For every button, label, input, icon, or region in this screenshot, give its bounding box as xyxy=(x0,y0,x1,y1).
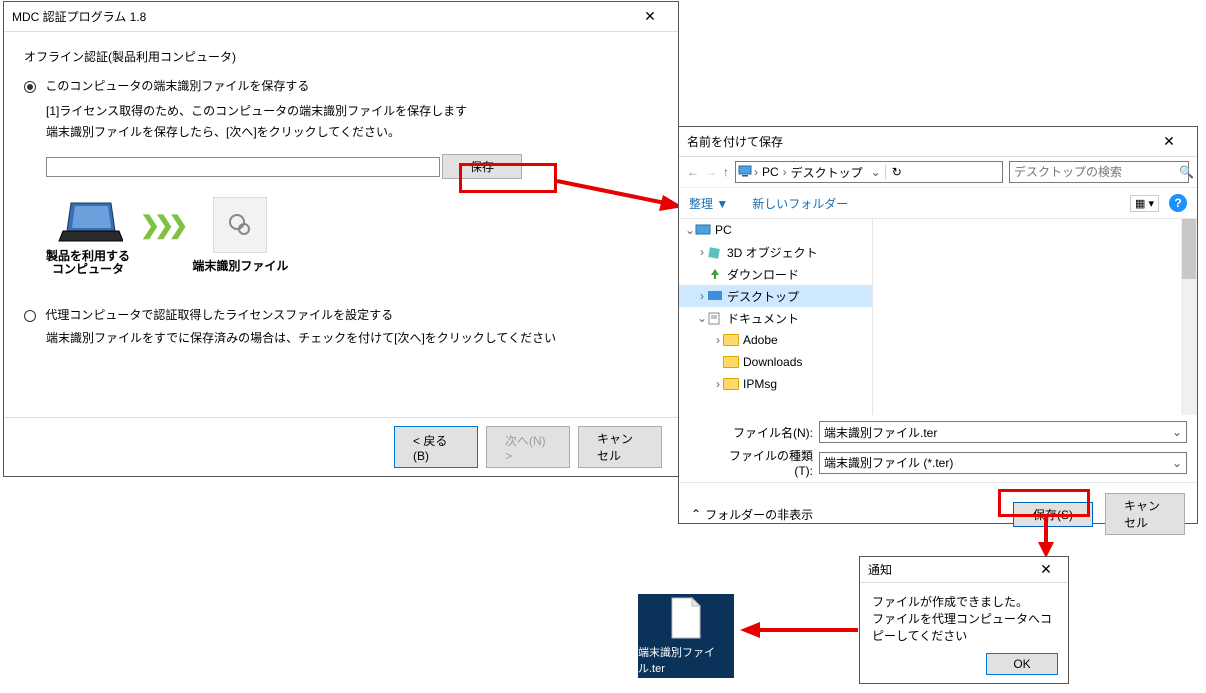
tree-ipmsg[interactable]: IPMsg xyxy=(743,377,777,391)
desktop-file-tile[interactable]: 端末識別ファイル.ter xyxy=(638,594,734,678)
help-icon[interactable]: ? xyxy=(1169,194,1187,212)
product-label-2: コンピュータ xyxy=(52,262,124,276)
notify-msg-2: ファイルを代理コンピュータへコピーしてください xyxy=(872,610,1056,644)
new-folder-button[interactable]: 新しいフォルダー xyxy=(752,195,848,212)
mdc-title: MDC 認証プログラム 1.8 xyxy=(12,8,630,25)
save-path-input[interactable] xyxy=(46,157,440,177)
file-icon xyxy=(213,197,267,253)
organize-menu[interactable]: 整理 ▼ xyxy=(689,195,728,212)
instruction-1: [1]ライセンス取得のため、このコンピュータの端末識別ファイルを保存します xyxy=(46,102,658,119)
close-icon[interactable]: ✕ xyxy=(630,3,670,31)
arrow-icon xyxy=(555,175,685,215)
search-input[interactable] xyxy=(1010,165,1173,179)
ok-button[interactable]: OK xyxy=(986,653,1058,675)
filetype-label: ファイルの種類(T): xyxy=(719,447,819,478)
notify-msg-1: ファイルが作成できました。 xyxy=(872,593,1056,610)
laptop-icon xyxy=(53,197,123,247)
hide-folders-link[interactable]: フォルダーの非表示 xyxy=(705,506,1013,523)
tree-download[interactable]: ダウンロード xyxy=(727,266,799,283)
radio-proxy-license-label: 代理コンピュータで認証取得したライセンスファイルを設定する xyxy=(45,308,393,322)
tree-adobe[interactable]: Adobe xyxy=(743,333,778,347)
save-as-dialog: 名前を付けて保存 ✕ ← → ↑ › PC › デスクトップ ⌄ ↻ 🔍 整理 … xyxy=(678,126,1198,524)
tree-3d[interactable]: 3D オブジェクト xyxy=(727,244,818,261)
filetype-select[interactable]: 端末識別ファイル (*.ter) xyxy=(820,454,1168,471)
instruction-2: 端末識別ファイルを保存したら、[次へ]をクリックしてください。 xyxy=(46,123,658,140)
terminal-file-label: 端末識別ファイル xyxy=(192,257,288,274)
arrow-icon xyxy=(1034,516,1064,560)
scrollbar[interactable] xyxy=(1181,219,1197,415)
pc-icon xyxy=(736,165,754,180)
notify-dialog: 通知 ✕ ファイルが作成できました。 ファイルを代理コンピュータへコピーしてくだ… xyxy=(859,556,1069,684)
mdc-titlebar: MDC 認証プログラム 1.8 ✕ xyxy=(4,2,678,32)
chevron-down-icon[interactable]: ⌄ xyxy=(867,165,885,179)
highlight-save xyxy=(459,163,557,193)
offline-heading: オフライン認証(製品利用コンピュータ) xyxy=(24,48,658,65)
tree-pc[interactable]: PC xyxy=(715,223,732,237)
file-list[interactable] xyxy=(873,219,1197,415)
filename-input[interactable]: 端末識別ファイル.ter xyxy=(820,424,1168,441)
breadcrumb-desktop[interactable]: デスクトップ xyxy=(787,164,867,181)
view-menu-icon[interactable]: ▦ ▾ xyxy=(1130,195,1159,212)
collapse-icon[interactable]: ⌃ xyxy=(691,507,701,521)
filename-label: ファイル名(N): xyxy=(719,424,819,441)
highlight-saveas-save xyxy=(998,489,1090,517)
close-icon[interactable]: ✕ xyxy=(1149,128,1189,156)
cancel-button[interactable]: キャンセル xyxy=(1105,493,1185,535)
refresh-icon[interactable]: ↻ xyxy=(885,165,908,179)
mdc-dialog: MDC 認証プログラム 1.8 ✕ オフライン認証(製品利用コンピュータ) この… xyxy=(3,1,679,477)
tree-documents[interactable]: ドキュメント xyxy=(727,310,799,327)
arrow-icon xyxy=(738,620,860,642)
saveas-title: 名前を付けて保存 xyxy=(687,133,1149,150)
nav-back-icon[interactable]: ← xyxy=(687,165,699,179)
desktop-file-label: 端末識別ファイル.ter xyxy=(638,644,734,676)
file-icon xyxy=(668,596,704,640)
radio-proxy-license[interactable] xyxy=(24,310,36,322)
search-icon[interactable]: 🔍 xyxy=(1173,165,1200,179)
saveas-titlebar: 名前を付けて保存 ✕ xyxy=(679,127,1197,157)
nav-forward-icon: → xyxy=(705,165,717,179)
cancel-button[interactable]: キャンセル xyxy=(578,426,662,468)
nav-up-icon[interactable]: ↑ xyxy=(723,165,729,179)
folder-tree[interactable]: ⌄PC ›3D オブジェクト ダウンロード ›デスクトップ ⌄ドキュメント ›A… xyxy=(679,219,873,415)
chevron-down-icon[interactable]: ⌄ xyxy=(1168,456,1186,470)
breadcrumb-pc[interactable]: PC xyxy=(758,165,783,179)
notify-title: 通知 xyxy=(868,561,1032,578)
close-icon[interactable]: ✕ xyxy=(1032,556,1060,584)
tree-downloads[interactable]: Downloads xyxy=(743,355,802,369)
radio-save-terminal-label: このコンピュータの端末識別ファイルを保存する xyxy=(45,79,309,93)
chevron-down-icon[interactable]: ⌄ xyxy=(1168,425,1186,439)
next-button: 次へ(N) > xyxy=(486,426,570,468)
instruction-3: 端末識別ファイルをすでに保存済みの場合は、チェックを付けて[次へ]をクリックして… xyxy=(46,329,658,346)
arrow-icon: ❯❯❯ xyxy=(140,197,182,240)
product-label-1: 製品を利用する xyxy=(46,249,130,263)
back-button[interactable]: < 戻る(B) xyxy=(394,426,478,468)
tree-desktop[interactable]: デスクトップ xyxy=(727,288,799,305)
radio-save-terminal[interactable] xyxy=(24,81,36,93)
